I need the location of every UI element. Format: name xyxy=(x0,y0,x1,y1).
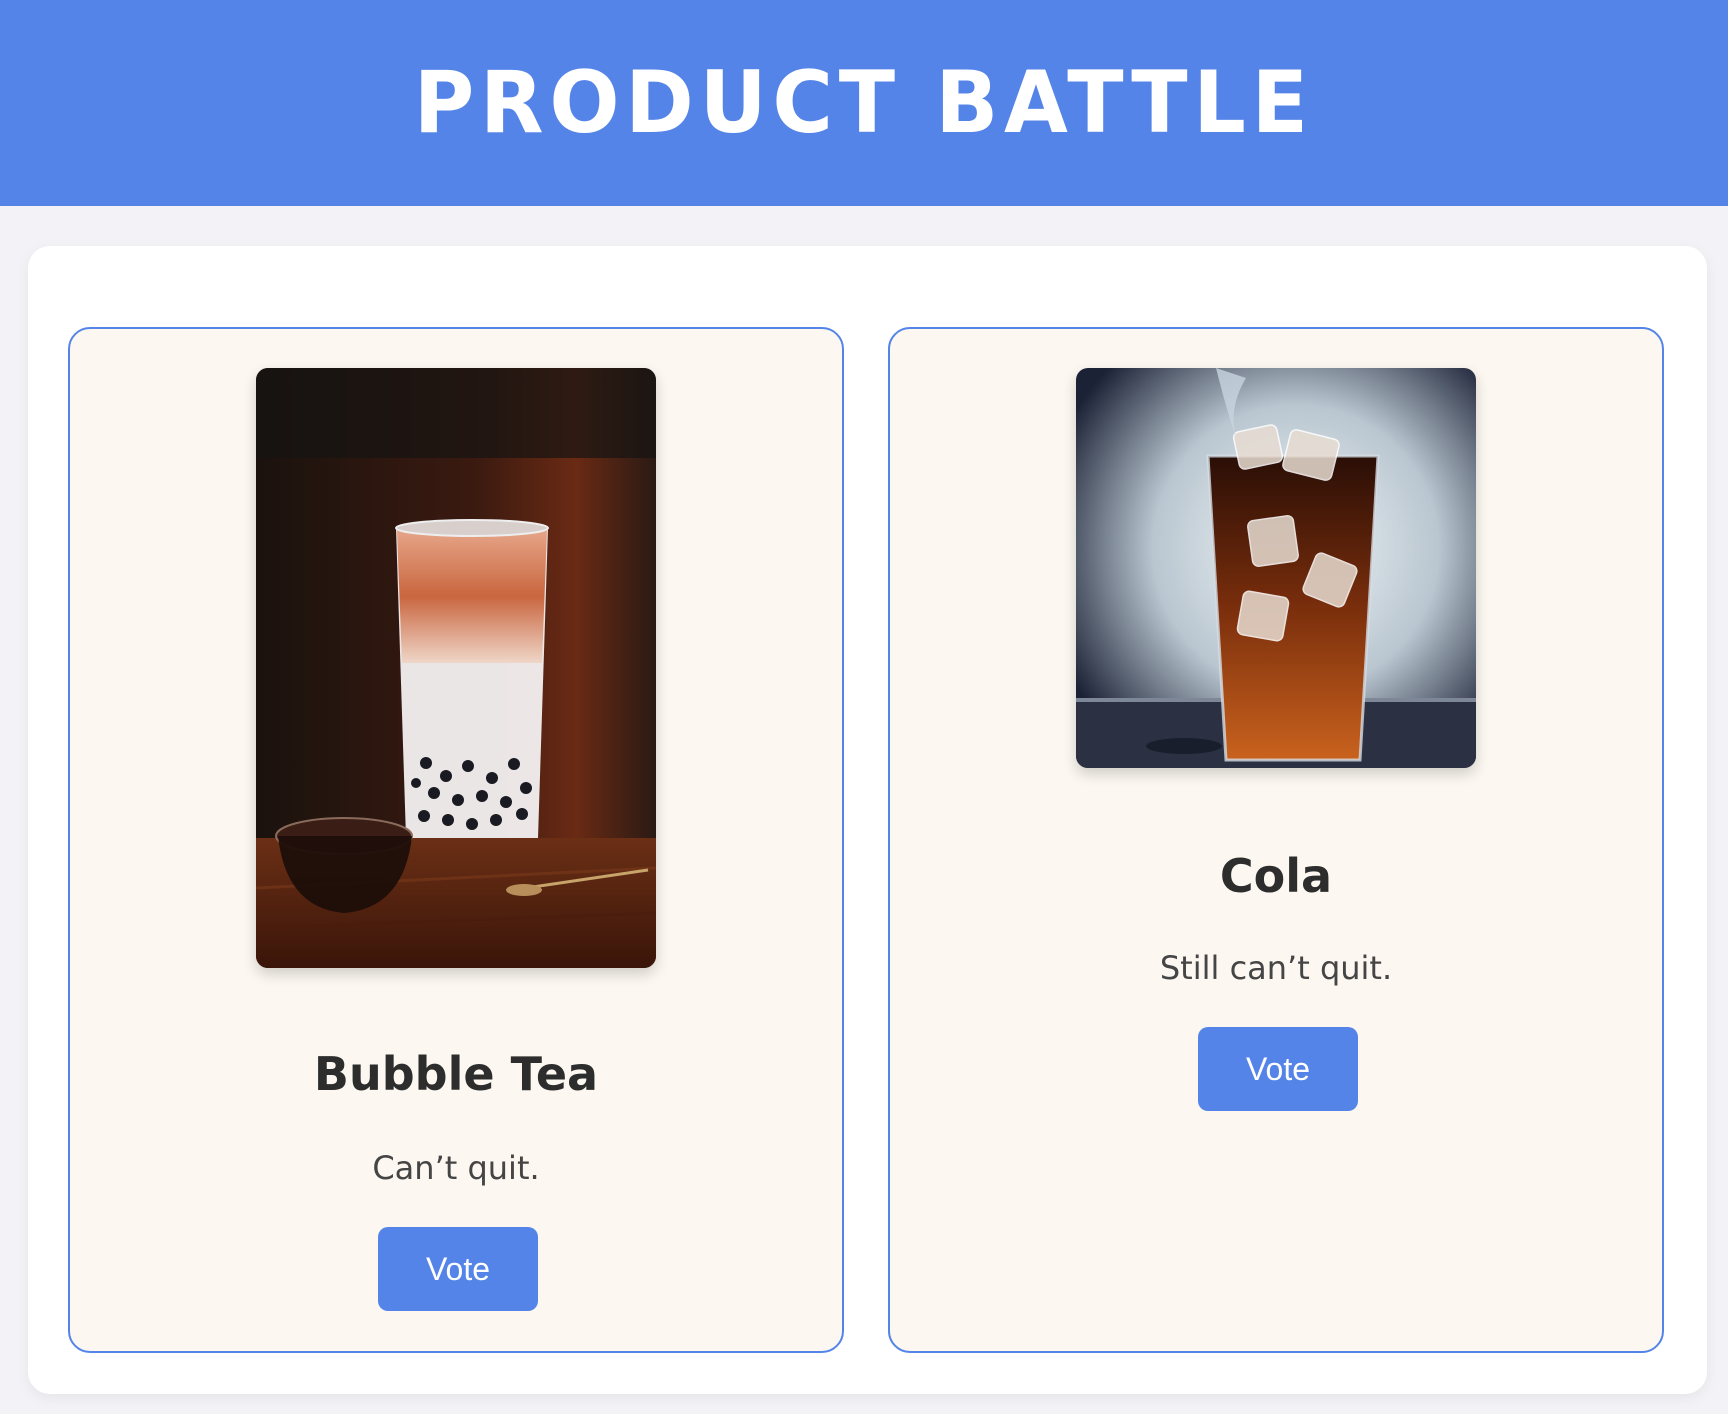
product-card-cola: Cola Still can’t quit. Vote xyxy=(888,327,1664,1353)
page-header: PRODUCT BATTLE xyxy=(0,0,1728,206)
product-name: Bubble Tea xyxy=(313,1047,599,1101)
vote-button-cola[interactable]: Vote xyxy=(1198,1027,1358,1111)
product-tagline: Still can’t quit. xyxy=(1159,949,1393,987)
cola-photo xyxy=(1076,368,1476,768)
page-title: PRODUCT BATTLE xyxy=(413,53,1315,153)
product-tagline: Can’t quit. xyxy=(372,1149,540,1187)
product-card-bubble-tea: Bubble Tea Can’t quit. Vote xyxy=(68,327,844,1353)
battle-panel: Bubble Tea Can’t quit. Vote Cola Still c… xyxy=(28,246,1707,1394)
bubble-tea-photo xyxy=(256,368,656,968)
product-name: Cola xyxy=(1219,849,1333,903)
vote-button-bubble-tea[interactable]: Vote xyxy=(378,1227,538,1311)
